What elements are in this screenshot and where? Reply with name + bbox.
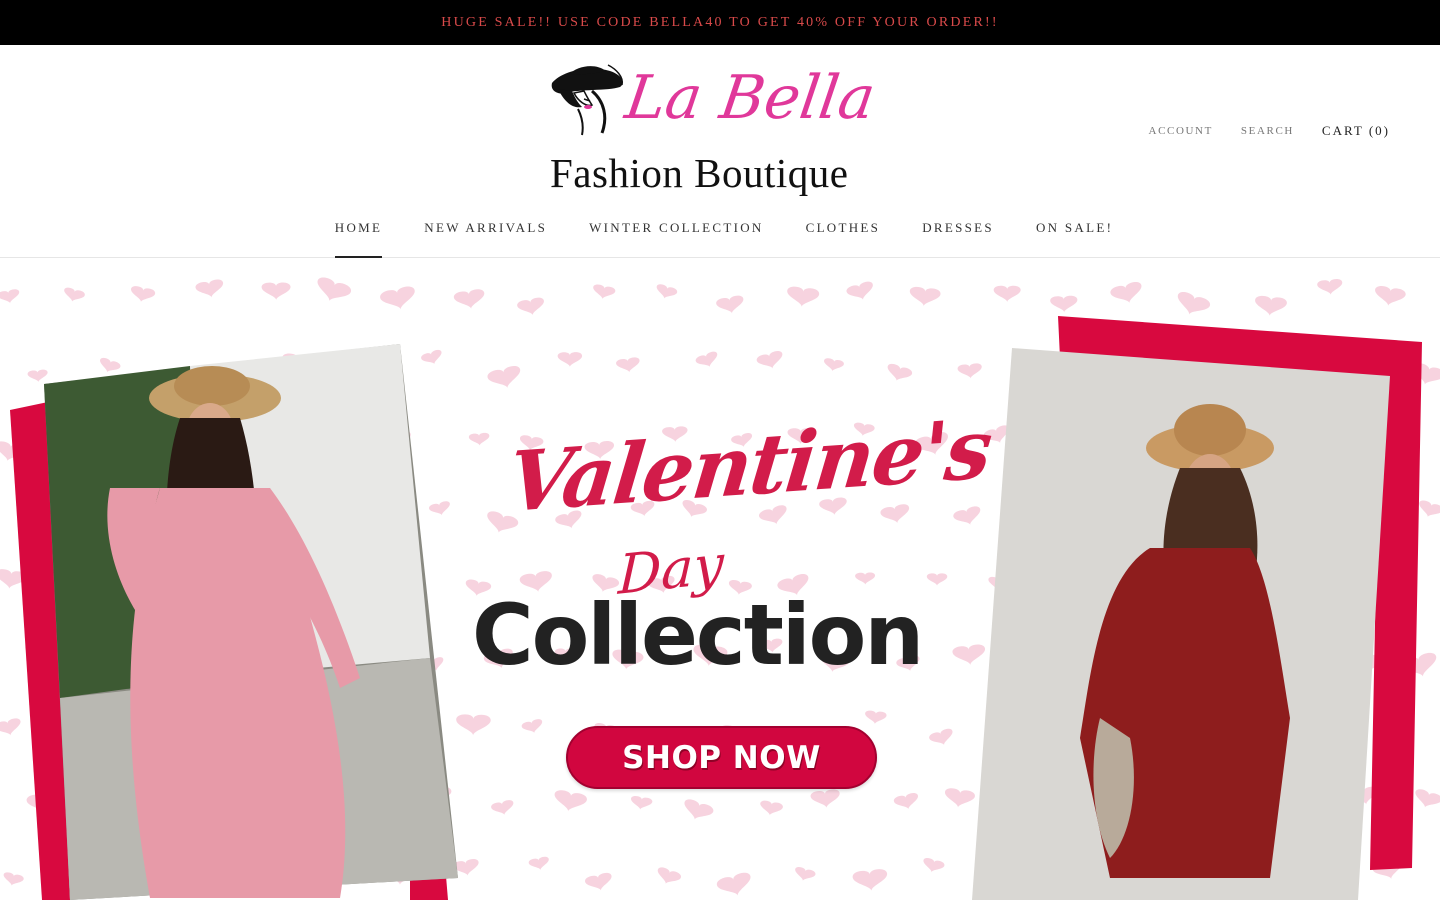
shop-now-button[interactable]: SHOP NOW [566,726,877,789]
heart-shape [100,357,121,373]
left-model-photo [10,344,458,900]
heart-shape [657,867,681,884]
heart-shape [953,506,981,525]
heart-shape [64,287,85,302]
cart-link[interactable]: CART (0) [1322,123,1390,139]
heart-shape [1317,279,1343,295]
heart-shape [585,872,612,891]
heart-shape [631,795,653,810]
heart-shape [521,719,543,734]
heart-shape [131,286,156,303]
heart-shape [3,872,24,886]
heart-shape [557,352,583,367]
hero-title-collection: Collection [472,586,924,684]
heart-shape [855,572,876,585]
heart-shape [1050,295,1078,313]
right-model-photo [972,316,1422,900]
heart-shape [909,286,941,307]
heart-shape [429,501,450,516]
site-logo[interactable]: La Bella Fashion Boutique [548,61,892,196]
heart-shape [261,282,291,300]
heart-shape [893,792,918,810]
heart-shape [1177,292,1210,315]
main-nav: HOME NEW ARRIVALS WINTER COLLECTION CLOT… [0,220,1440,258]
heart-shape [993,285,1021,303]
nav-item-on-sale[interactable]: ON SALE! [1036,220,1113,258]
nav-item-dresses[interactable]: DRESSES [922,220,994,258]
heart-shape [852,869,888,891]
heart-shape [0,718,21,736]
logo-subtitle: Fashion Boutique [550,150,849,196]
account-link[interactable]: ACCOUNT [1149,125,1213,137]
hero-banner[interactable]: Valentine's Day Collection SHOP NOW [0,258,1440,900]
heart-shape [656,284,678,299]
heart-shape [944,788,975,808]
announcement-bar: HUGE SALE!! USE CODE BELLA40 TO GET 40% … [0,0,1440,45]
heart-shape [810,789,840,808]
heart-shape [957,363,982,379]
heart-shape [695,351,718,367]
heart-shape [1415,789,1440,808]
heart-shape [923,857,945,873]
heart-shape [760,800,783,816]
heart-shape [1255,295,1287,316]
nav-item-clothes[interactable]: CLOTHES [806,220,881,258]
nav-item-new-arrivals[interactable]: NEW ARRIVALS [424,220,547,258]
heart-shape [929,728,953,746]
heart-shape [846,281,873,300]
heart-shape [684,799,714,820]
announcement-text: HUGE SALE!! USE CODE BELLA40 TO GET 40% … [441,14,999,30]
heart-shape [795,866,816,881]
hat-woman-icon [551,64,624,136]
heart-shape [491,800,514,815]
heart-shape [487,366,521,389]
nav-item-winter-collection[interactable]: WINTER COLLECTION [589,220,764,258]
heart-shape [1375,286,1406,306]
heart-shape [1419,500,1440,518]
heart-shape [952,644,986,666]
logo-script-text: La Bella [621,63,880,133]
heart-shape [787,286,820,307]
heart-shape [926,573,948,586]
heart-shape [453,289,485,309]
heart-shape [380,286,415,310]
heart-shape [880,504,910,524]
heart-shape [195,279,224,298]
heart-shape [616,357,640,373]
heart-shape [865,710,887,725]
heart-shape [554,790,587,812]
site-header: La Bella Fashion Boutique ACCOUNT SEARCH… [0,45,1440,258]
heart-shape [716,295,744,314]
heart-shape [756,351,783,369]
search-link[interactable]: SEARCH [1241,125,1294,137]
heart-shape [824,358,844,372]
shop-now-label: SHOP NOW [622,739,821,776]
heart-shape [0,289,20,304]
heart-shape [421,349,442,365]
heart-shape [716,872,751,896]
heart-shape [27,369,48,383]
heart-shape [1110,282,1142,304]
heart-shape [528,856,549,870]
heart-shape [317,277,351,302]
heart-shape [468,432,490,446]
utility-nav: ACCOUNT SEARCH CART (0) [1149,123,1390,139]
heart-shape [887,363,913,381]
heart-shape [593,284,616,300]
nav-item-home[interactable]: HOME [334,220,383,258]
heart-shape [517,297,544,316]
heart-shape [456,714,491,736]
